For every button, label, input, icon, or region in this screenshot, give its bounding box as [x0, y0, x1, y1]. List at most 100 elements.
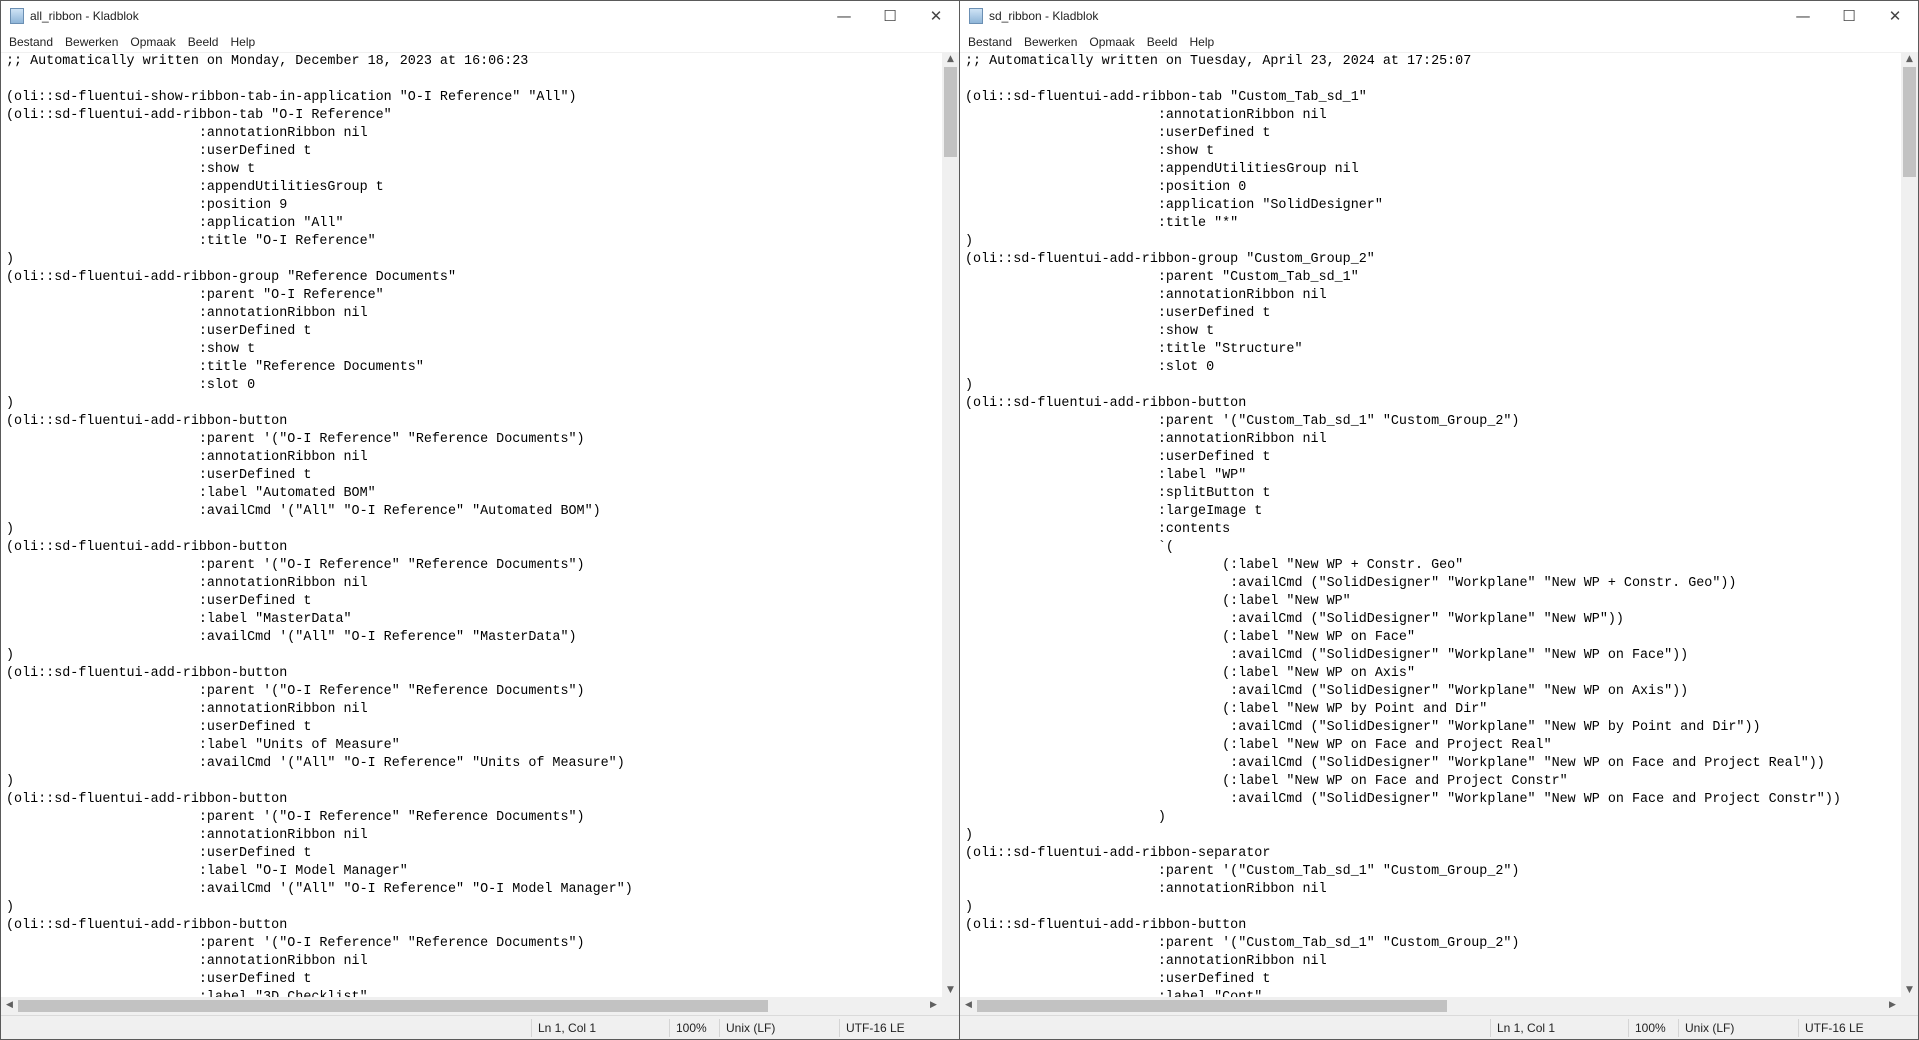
vertical-scroll-thumb[interactable]	[1903, 67, 1916, 177]
menu-help[interactable]: Help	[224, 35, 261, 49]
text-line: ;; Automatically written on Tuesday, Apr…	[965, 54, 1472, 69]
file-content: ;; Automatically written on Tuesday, Apr…	[965, 53, 1841, 997]
close-button[interactable]: ✕	[1872, 7, 1918, 25]
menu-help[interactable]: Help	[1183, 35, 1220, 49]
text-line	[6, 71, 633, 89]
text-line: :annotationRibbon nil	[6, 954, 368, 969]
title-bar: all_ribbon - Kladblok — ☐ ✕	[1, 1, 959, 31]
file-content: ;; Automatically written on Monday, Dece…	[6, 53, 633, 997]
text-editor[interactable]: ;; Automatically written on Monday, Dece…	[1, 52, 959, 997]
text-line: :slot 0	[965, 360, 1215, 375]
scroll-down-arrow-icon[interactable]: ▼	[1901, 985, 1918, 995]
text-line: (oli::sd-fluentui-add-ribbon-button	[6, 666, 288, 681]
text-line: :availCmd ("SolidDesigner" "Workplane" "…	[965, 720, 1761, 735]
minimize-button[interactable]: —	[1780, 7, 1826, 25]
text-line: :largeImage t	[965, 504, 1263, 519]
text-line: (oli::sd-fluentui-add-ribbon-tab "Custom…	[965, 90, 1367, 105]
text-line: :parent '("O-I Reference" "Reference Doc…	[6, 432, 585, 447]
vertical-scrollbar[interactable]: ▲ ▼	[942, 52, 959, 997]
text-line: :annotationRibbon nil	[6, 450, 368, 465]
minimize-button[interactable]: —	[821, 7, 867, 25]
text-line: (oli::sd-fluentui-add-ribbon-button	[965, 396, 1247, 411]
text-line	[965, 71, 1841, 89]
text-line: ;; Automatically written on Monday, Dece…	[6, 54, 529, 69]
text-line: :availCmd ("SolidDesigner" "Workplane" "…	[965, 648, 1689, 663]
scrollbar-corner	[942, 997, 959, 1015]
scroll-down-arrow-icon[interactable]: ▼	[942, 985, 959, 995]
window-title: all_ribbon - Kladblok	[30, 9, 139, 23]
maximize-button[interactable]: ☐	[867, 7, 913, 25]
text-line: :userDefined t	[6, 720, 312, 735]
text-line: :parent '("O-I Reference" "Reference Doc…	[6, 810, 585, 825]
close-button[interactable]: ✕	[913, 7, 959, 25]
horizontal-scrollbar[interactable]: ◀ ▶	[1, 997, 942, 1015]
scroll-right-arrow-icon[interactable]: ▶	[925, 1000, 942, 1010]
text-line: (oli::sd-fluentui-add-ribbon-button	[6, 540, 288, 555]
status-bar: Ln 1, Col 1 100% Unix (LF) UTF-16 LE	[960, 1015, 1918, 1039]
text-line: )	[965, 378, 974, 393]
text-line: )	[965, 828, 974, 843]
text-line: :userDefined t	[965, 306, 1271, 321]
maximize-button[interactable]: ☐	[1826, 7, 1872, 25]
horizontal-scroll-thumb[interactable]	[18, 1000, 768, 1012]
text-line: :annotationRibbon nil	[6, 576, 368, 591]
text-line: (:label "New WP on Face and Project Cons…	[965, 774, 1568, 789]
menu-bestand[interactable]: Bestand	[962, 35, 1018, 49]
text-line: :availCmd ("SolidDesigner" "Workplane" "…	[965, 756, 1825, 771]
scroll-right-arrow-icon[interactable]: ▶	[1884, 1000, 1901, 1010]
text-line: :annotationRibbon nil	[965, 432, 1327, 447]
text-line: (oli::sd-fluentui-add-ribbon-tab "O-I Re…	[6, 108, 392, 123]
status-bar: Ln 1, Col 1 100% Unix (LF) UTF-16 LE	[1, 1015, 959, 1039]
text-line: :userDefined t	[6, 144, 312, 159]
text-line: (oli::sd-fluentui-add-ribbon-button	[965, 918, 1247, 933]
text-line: (oli::sd-fluentui-add-ribbon-separator	[965, 846, 1271, 861]
scroll-up-arrow-icon[interactable]: ▲	[942, 54, 959, 64]
text-line: :label "WP"	[965, 468, 1247, 483]
scroll-left-arrow-icon[interactable]: ◀	[960, 1000, 977, 1010]
menu-opmaak[interactable]: Opmaak	[124, 35, 181, 49]
menu-bewerken[interactable]: Bewerken	[1018, 35, 1083, 49]
scroll-left-arrow-icon[interactable]: ◀	[1, 1000, 18, 1010]
menu-bestand[interactable]: Bestand	[3, 35, 59, 49]
text-line: )	[965, 810, 1166, 825]
text-line: (oli::sd-fluentui-add-ribbon-button	[6, 792, 288, 807]
text-line: :label "3D Checklist"	[6, 989, 633, 997]
text-line: :parent '("Custom_Tab_sd_1" "Custom_Grou…	[965, 936, 1520, 951]
vertical-scroll-thumb[interactable]	[944, 67, 957, 157]
text-line: :title "*"	[965, 216, 1239, 231]
text-line: :userDefined t	[965, 972, 1271, 987]
text-line: )	[6, 648, 15, 663]
text-line: :availCmd ("SolidDesigner" "Workplane" "…	[965, 792, 1841, 807]
text-line: )	[965, 900, 974, 915]
text-line: )	[6, 522, 15, 537]
text-editor[interactable]: ;; Automatically written on Tuesday, Apr…	[960, 52, 1918, 997]
horizontal-scroll-thumb[interactable]	[977, 1000, 1447, 1012]
menu-opmaak[interactable]: Opmaak	[1083, 35, 1140, 49]
text-line: :userDefined t	[6, 594, 312, 609]
text-line: :parent '("Custom_Tab_sd_1" "Custom_Grou…	[965, 864, 1520, 879]
text-line: (:label "New WP"	[965, 594, 1351, 609]
text-line: :parent "O-I Reference"	[6, 288, 384, 303]
text-line: :appendUtilitiesGroup t	[6, 180, 384, 195]
text-line: )	[6, 774, 15, 789]
menu-beeld[interactable]: Beeld	[1141, 35, 1184, 49]
text-line: )	[6, 252, 15, 267]
notepad-icon	[10, 8, 24, 24]
zoom-level: 100%	[1628, 1019, 1666, 1037]
title-bar: sd_ribbon - Kladblok — ☐ ✕	[960, 1, 1918, 31]
text-line: :show t	[965, 144, 1215, 159]
text-line: :application "SolidDesigner"	[965, 198, 1383, 213]
scroll-up-arrow-icon[interactable]: ▲	[1901, 54, 1918, 64]
text-line: :availCmd ("SolidDesigner" "Workplane" "…	[965, 612, 1624, 627]
text-line: :label "Cont"	[965, 989, 1841, 997]
vertical-scrollbar[interactable]: ▲ ▼	[1901, 52, 1918, 997]
menu-bar: Bestand Bewerken Opmaak Beeld Help	[1, 31, 959, 52]
text-line: :label "O-I Model Manager"	[6, 864, 408, 879]
text-line: :show t	[965, 324, 1215, 339]
horizontal-scrollbar[interactable]: ◀ ▶	[960, 997, 1901, 1015]
text-line: )	[6, 396, 15, 411]
menu-beeld[interactable]: Beeld	[182, 35, 225, 49]
menu-bewerken[interactable]: Bewerken	[59, 35, 124, 49]
notepad-window-sd-ribbon: sd_ribbon - Kladblok — ☐ ✕ Bestand Bewerk…	[959, 0, 1919, 1040]
zoom-level: 100%	[669, 1019, 707, 1037]
